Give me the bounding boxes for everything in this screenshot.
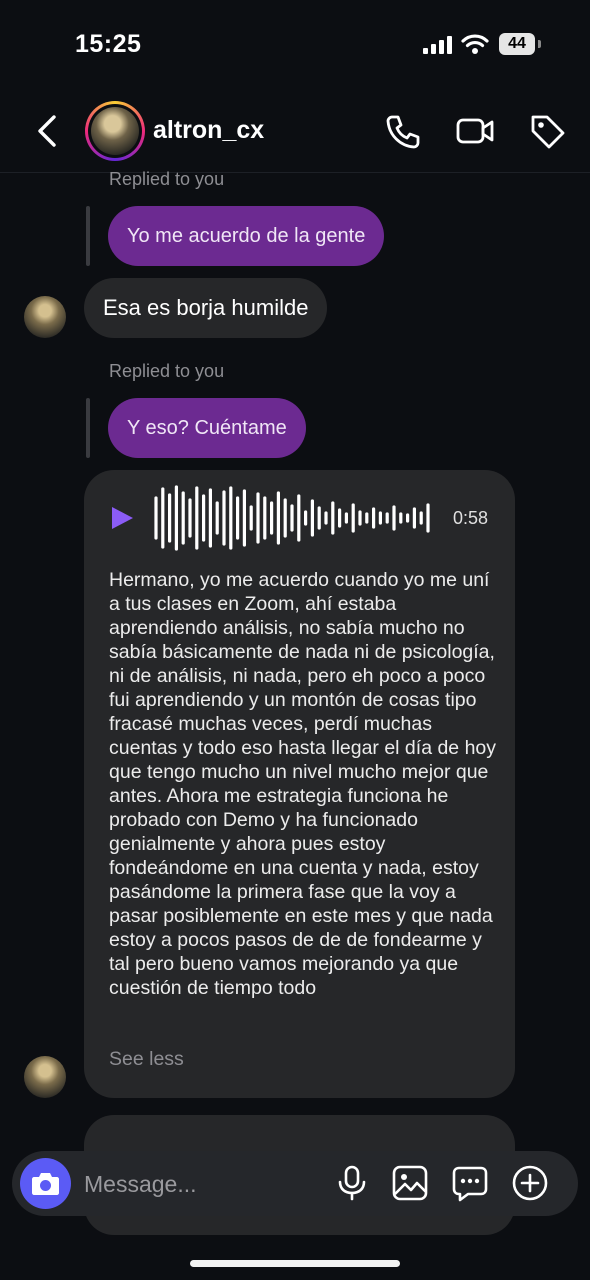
replied-label: Replied to you	[109, 361, 225, 381]
battery-level: 44	[499, 33, 535, 55]
camera-button[interactable]	[20, 1158, 71, 1209]
wifi-icon	[461, 34, 489, 54]
see-less-link[interactable]: See less	[109, 1048, 184, 1071]
back-arrow-icon[interactable]	[34, 114, 62, 148]
header-divider	[0, 172, 590, 173]
sticker-chat-icon[interactable]	[451, 1164, 489, 1202]
battery-icon: 44	[499, 33, 541, 55]
outgoing-message[interactable]: Y eso? Cuéntame	[108, 398, 306, 458]
tag-icon[interactable]	[527, 111, 567, 151]
contact-username[interactable]: altron_cx	[153, 116, 264, 145]
home-indicator	[190, 1260, 400, 1267]
video-call-icon[interactable]	[455, 111, 495, 151]
cellular-signal-icon	[423, 36, 452, 54]
microphone-icon[interactable]	[333, 1164, 371, 1202]
replied-label: Replied to you	[109, 169, 225, 189]
reply-indicator-bar	[86, 206, 90, 266]
message-input[interactable]	[84, 1168, 314, 1200]
incoming-message[interactable]: Esa es borja humilde	[84, 278, 328, 338]
contact-avatar[interactable]	[85, 101, 145, 161]
gallery-icon[interactable]	[391, 1164, 429, 1202]
audio-waveform[interactable]	[152, 484, 438, 552]
add-icon[interactable]	[511, 1164, 549, 1202]
sender-avatar[interactable]	[24, 296, 66, 338]
outgoing-message[interactable]: Yo me acuerdo de la gente	[108, 206, 385, 266]
camera-icon	[32, 1173, 59, 1195]
sender-avatar[interactable]	[24, 1056, 66, 1098]
voice-transcript: Hermano, yo me acuerdo cuando yo me uní …	[109, 569, 497, 999]
phone-call-icon[interactable]	[383, 111, 423, 151]
play-icon[interactable]	[109, 505, 135, 531]
voice-duration: 0:58	[453, 508, 489, 528]
status-time: 15:25	[75, 30, 142, 58]
reply-indicator-bar	[86, 398, 90, 458]
